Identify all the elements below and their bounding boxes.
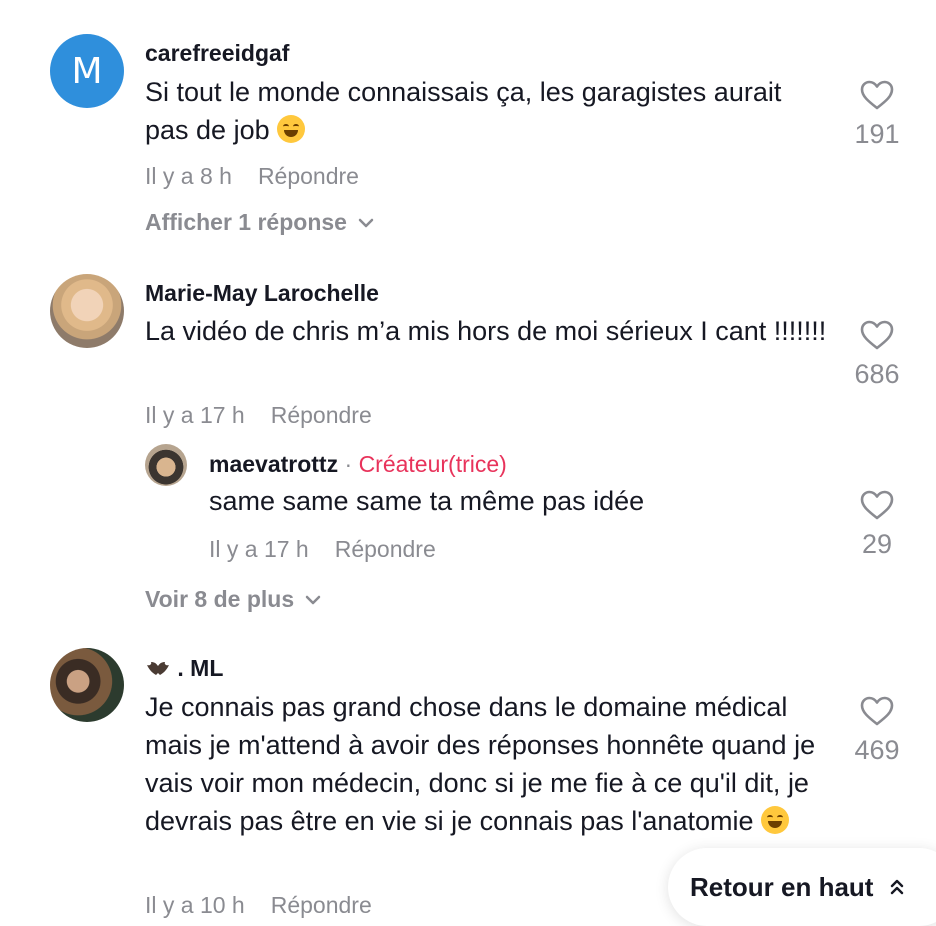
back-to-top-label: Retour en haut	[690, 871, 874, 902]
double-chevron-up-icon	[891, 879, 904, 895]
comment-username[interactable]: carefreeidgaf	[145, 40, 289, 67]
comment-text: Je connais pas grand chose dans le domai…	[145, 688, 835, 840]
comment-username-row: . ML	[145, 655, 223, 682]
heart-icon	[860, 320, 894, 350]
avatar-letter: M	[50, 34, 124, 108]
reply-button[interactable]: Répondre	[335, 536, 436, 562]
chevron-down-icon	[305, 595, 321, 604]
view-more-button[interactable]: Voir 8 de plus	[145, 586, 322, 613]
like-button[interactable]: 29	[842, 490, 912, 560]
comment-text: La vidéo de chris m’a mis hors de moi sé…	[145, 316, 827, 346]
like-count: 191	[854, 119, 900, 149]
comment-body: Je connais pas grand chose dans le domai…	[145, 692, 816, 836]
reply-username[interactable]: maevatrottz	[209, 451, 338, 477]
like-count: 686	[854, 359, 900, 389]
reply-button[interactable]: Répondre	[258, 163, 359, 189]
separator: ·	[338, 451, 359, 477]
avatar[interactable]	[50, 648, 124, 722]
show-replies-label: Afficher 1 réponse	[145, 209, 347, 235]
like-count: 29	[861, 529, 893, 559]
comment-body: Si tout le monde connaissais ça, les gar…	[145, 77, 782, 145]
show-replies-button[interactable]: Afficher 1 réponse	[145, 209, 375, 236]
reply-meta: Il y a 17 h Répondre	[209, 536, 436, 563]
comment-username[interactable]: . ML	[177, 655, 223, 681]
view-more-label: Voir 8 de plus	[145, 586, 295, 612]
avatar[interactable]: M	[50, 34, 124, 108]
like-button[interactable]: 686	[842, 320, 912, 390]
reply-time: Il y a 17 h	[209, 536, 309, 562]
comment-time: Il y a 10 h	[145, 892, 245, 918]
tears-of-joy-emoji-icon	[761, 806, 790, 834]
like-count: 469	[854, 735, 900, 765]
reply-text: same same same ta même pas idée	[209, 486, 645, 516]
creator-badge: Créateur(trice)	[358, 451, 507, 477]
like-button[interactable]: 191	[842, 80, 912, 150]
bat-icon	[147, 662, 169, 675]
like-button[interactable]: 469	[842, 696, 912, 766]
rolling-laughing-emoji-icon	[277, 115, 306, 143]
comment-time: Il y a 17 h	[145, 402, 245, 428]
reply-username-row: maevatrottz · Créateur(trice)	[209, 451, 507, 478]
comment-text: Si tout le monde connaissais ça, les gar…	[145, 73, 805, 149]
back-to-top-button[interactable]: Retour en haut	[668, 848, 936, 926]
comment-meta: Il y a 8 h Répondre	[145, 163, 359, 190]
heart-icon	[860, 696, 894, 726]
chevron-down-icon	[358, 218, 374, 227]
avatar[interactable]	[50, 274, 124, 348]
reply-button[interactable]: Répondre	[271, 892, 372, 918]
heart-icon	[860, 490, 894, 520]
comment-meta: Il y a 17 h Répondre	[145, 402, 372, 429]
avatar[interactable]	[145, 444, 187, 486]
comment-username[interactable]: Marie-May Larochelle	[145, 280, 379, 307]
reply-button[interactable]: Répondre	[271, 402, 372, 428]
comment-meta: Il y a 10 h Répondre	[145, 892, 372, 919]
heart-icon	[860, 80, 894, 110]
comment-time: Il y a 8 h	[145, 163, 232, 189]
